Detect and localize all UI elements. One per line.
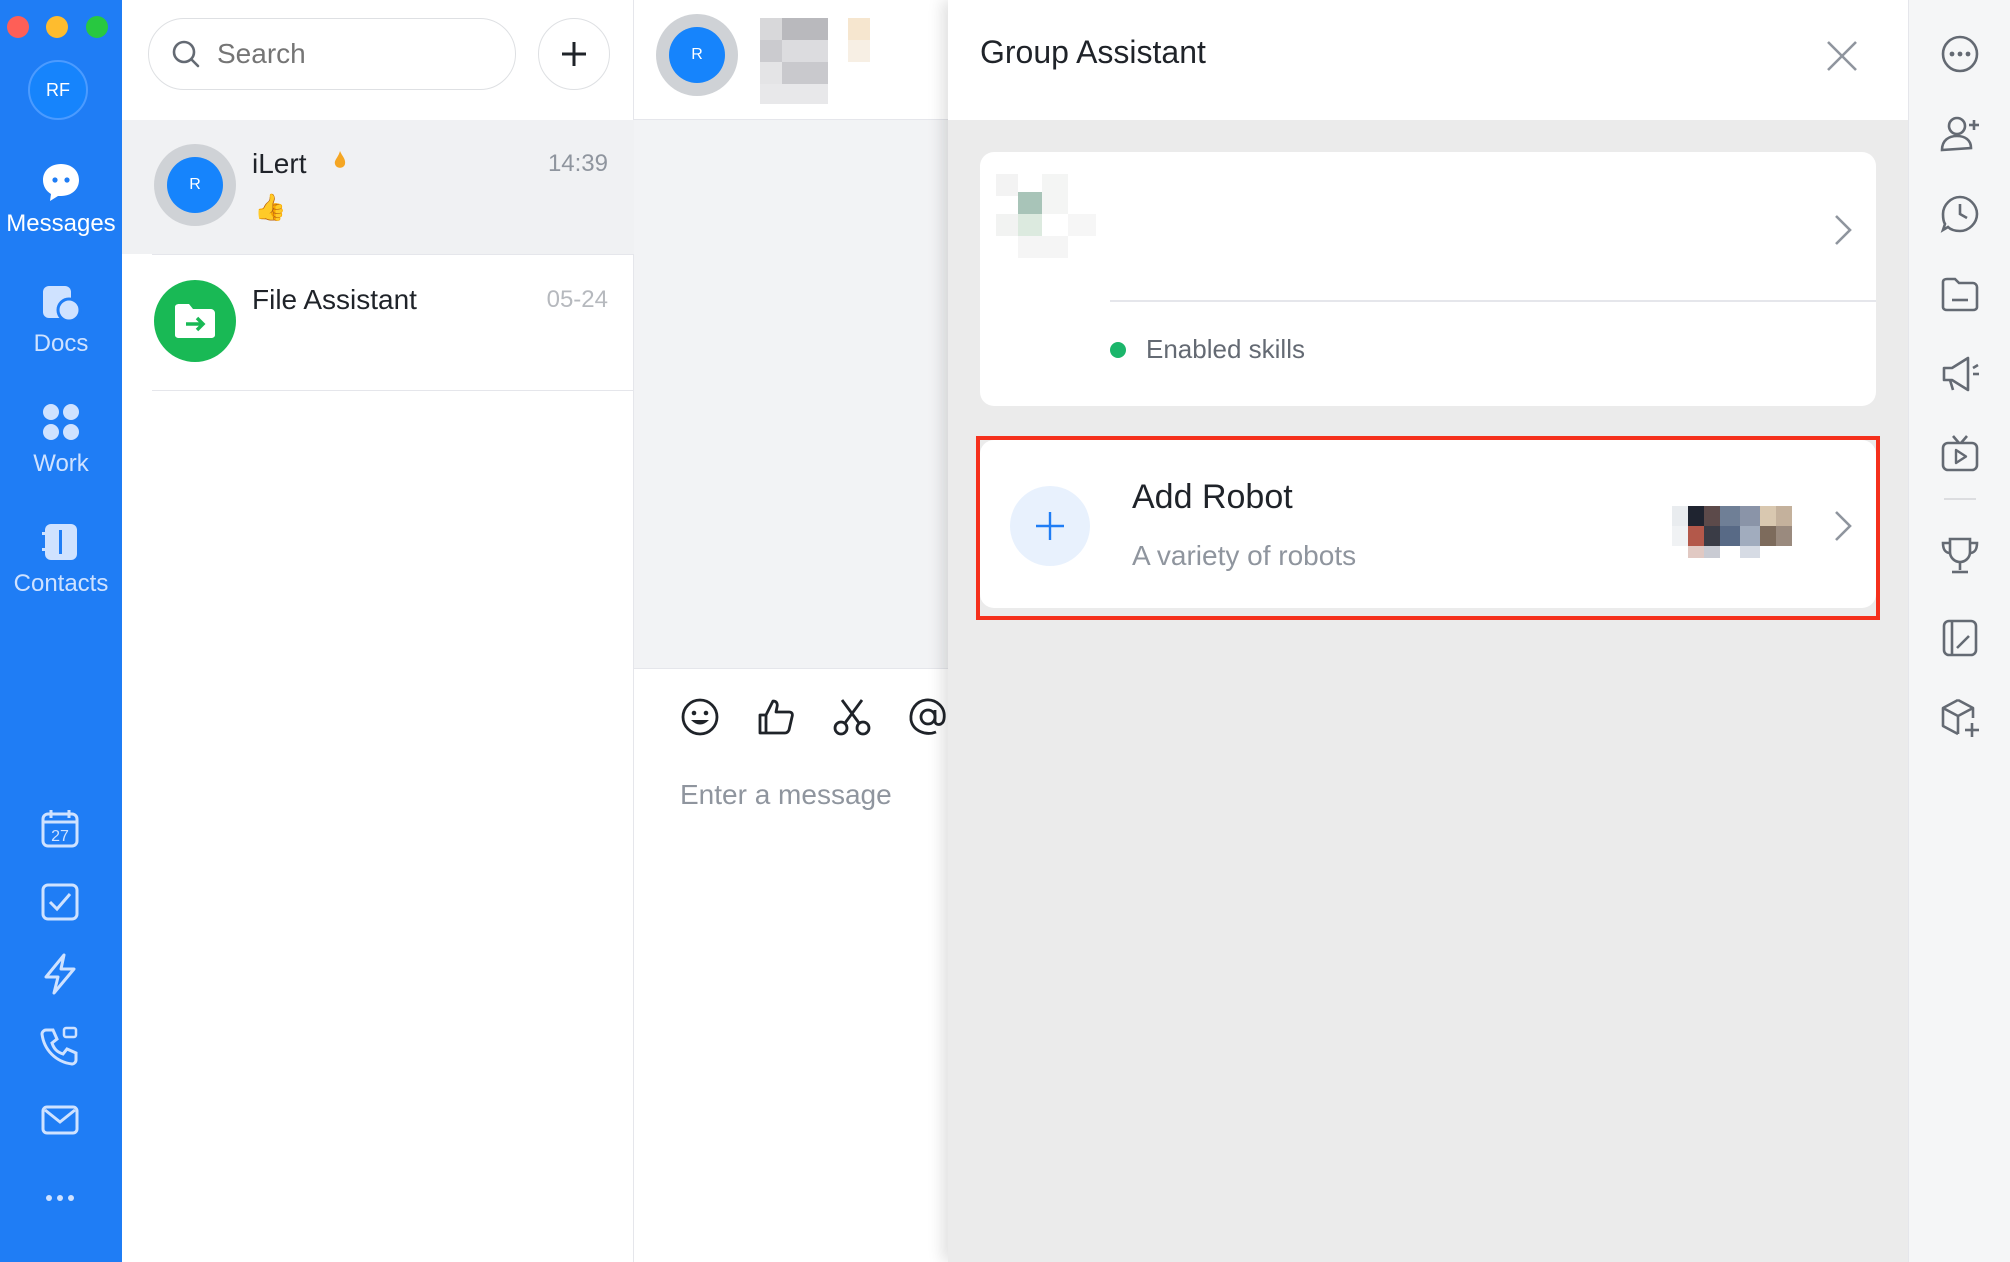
chat-header: R: [634, 0, 948, 120]
group-assistant-panel: Group Assistant Enabled skills Add Robot…: [948, 0, 1908, 1262]
search-box[interactable]: [148, 18, 516, 90]
conversation-name: File Assistant: [252, 284, 417, 315]
chat-avatar[interactable]: R: [656, 14, 738, 96]
emoji-icon[interactable]: [678, 695, 722, 739]
conversation-time: 14:39: [547, 150, 608, 177]
folder-icon[interactable]: [1938, 272, 1982, 316]
enabled-skills-label: Enabled skills: [1146, 334, 1305, 364]
panel-title: Group Assistant: [980, 34, 1206, 70]
avatar: R: [154, 144, 236, 226]
window-close-button[interactable]: [7, 16, 29, 38]
conversation-item-ilert[interactable]: R iLert 14:39 👍: [122, 120, 634, 254]
panel-header: Group Assistant: [948, 0, 1908, 120]
call-icon[interactable]: [38, 1024, 82, 1068]
chevron-right-icon: [1835, 215, 1852, 245]
left-nav-rail: RF Messages Docs Work Contacts 27: [0, 0, 122, 1262]
plus-icon: [1036, 512, 1064, 540]
search-input[interactable]: [217, 38, 477, 70]
status-dot: [1110, 342, 1126, 358]
row-divider: [152, 254, 634, 255]
more-icon[interactable]: [1938, 32, 1982, 76]
workplace-grid-icon: [43, 404, 79, 440]
nav-item-work[interactable]: Work: [0, 400, 122, 478]
flame-icon: [334, 151, 346, 168]
avatar-initial: R: [691, 46, 703, 63]
calendar-day-text: 27: [51, 828, 69, 845]
scissors-icon[interactable]: [830, 695, 874, 739]
assistant-info-card[interactable]: Enabled skills: [980, 152, 1876, 406]
profile-avatar-initials: RF: [46, 79, 70, 100]
nav-item-label: Work: [33, 450, 89, 477]
card-divider: [1110, 300, 1876, 302]
nav-item-label: Docs: [33, 330, 89, 357]
add-member-icon[interactable]: [1938, 112, 1982, 156]
window-zoom-button[interactable]: [86, 16, 108, 38]
add-app-icon[interactable]: [1938, 696, 1982, 740]
contacts-book-icon: [42, 524, 77, 560]
add-robot-subtitle: A variety of robots: [1132, 540, 1357, 571]
conversation-list: R iLert 14:39 👍 File Assistant 05-24: [122, 0, 634, 1262]
more-dots-icon[interactable]: [38, 1176, 82, 1220]
docs-icon: [43, 286, 82, 323]
live-video-icon[interactable]: [1938, 432, 1982, 476]
message-composer: Enter a message: [634, 668, 948, 1262]
composer-placeholder[interactable]: Enter a message: [680, 779, 892, 811]
add-robot-card[interactable]: Add Robot A variety of robots: [980, 440, 1876, 608]
nav-item-messages[interactable]: Messages: [0, 160, 122, 238]
tasks-icon[interactable]: [38, 880, 82, 924]
lightning-icon[interactable]: [38, 952, 82, 996]
nav-item-docs[interactable]: Docs: [0, 280, 122, 358]
chevron-right-icon: [1835, 511, 1852, 541]
message-preview: 👍: [254, 192, 287, 222]
thumbs-up-icon[interactable]: [754, 695, 798, 739]
mail-icon[interactable]: [38, 1098, 82, 1142]
row-divider: [152, 390, 634, 391]
conversation-name: iLert: [252, 148, 307, 179]
trophy-icon[interactable]: [1938, 534, 1982, 578]
nav-item-contacts[interactable]: Contacts: [0, 520, 122, 598]
avatar: [154, 280, 236, 362]
avatar-initial: R: [189, 176, 201, 193]
profile-avatar[interactable]: RF: [28, 60, 88, 120]
right-toolbar: [1908, 0, 2010, 1262]
add-robot-icon: [1010, 486, 1090, 566]
chat-pane: R Enter a message: [634, 0, 948, 1262]
close-icon[interactable]: [1820, 34, 1864, 78]
message-bubble-icon: [43, 164, 79, 201]
search-icon: [172, 40, 200, 68]
at-mention-icon[interactable]: [906, 695, 950, 739]
toolbar-divider: [1944, 498, 1976, 500]
add-robot-title: Add Robot: [1132, 478, 1293, 516]
announcement-icon[interactable]: [1938, 352, 1982, 396]
nav-item-label: Contacts: [13, 570, 109, 597]
create-button[interactable]: [538, 18, 610, 90]
plus-icon: [562, 42, 586, 66]
history-icon[interactable]: [1938, 192, 1982, 236]
window-minimize-button[interactable]: [46, 16, 68, 38]
folder-arrow-icon: [175, 304, 215, 338]
conversation-item-file-assistant[interactable]: File Assistant 05-24: [122, 256, 634, 390]
conversation-time: 05-24: [546, 286, 608, 313]
calendar-icon[interactable]: 27: [38, 806, 82, 850]
nav-item-label: Messages: [6, 210, 116, 237]
notes-icon[interactable]: [1938, 616, 1982, 660]
